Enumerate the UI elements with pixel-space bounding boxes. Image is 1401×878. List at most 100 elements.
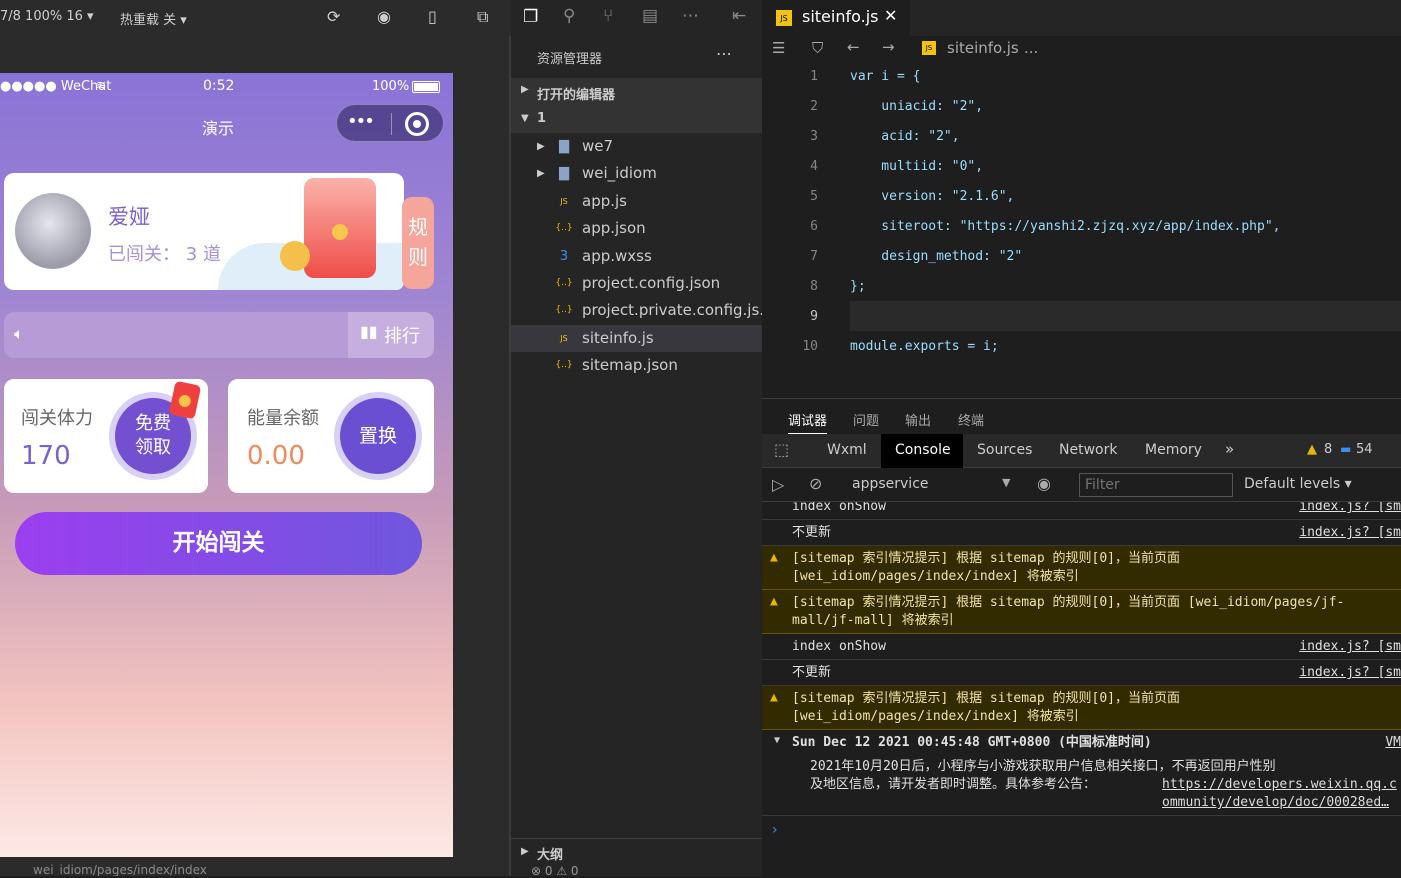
log-message: [sitemap 索引情况提示] 根据 sitemap 的规则[0]，当前页面 … xyxy=(792,551,1181,584)
inspect-icon[interactable]: ⬚ xyxy=(774,440,789,459)
code-line[interactable]: 3 acid: "2", xyxy=(762,122,1401,152)
collapse-sidebar-icon[interactable]: ⇤ xyxy=(732,6,746,26)
file-name: wei_idiom xyxy=(582,164,657,183)
refresh-icon[interactable]: ⟳ xyxy=(327,7,340,26)
debug-icon[interactable]: ▤ xyxy=(642,6,658,26)
breadcrumb-more[interactable]: ... xyxy=(1024,39,1038,57)
file-tree-item[interactable]: {..} project.config.json xyxy=(511,270,762,297)
log-source-link[interactable]: VM xyxy=(1385,734,1401,752)
outline-section[interactable]: ▶ 大纲 xyxy=(511,838,762,864)
console-log[interactable]: 不更新 index.js? [sm xyxy=(762,660,1401,686)
rank-button[interactable]: ▮▮ 排行 xyxy=(348,312,434,358)
sidebar-toggle-icon[interactable]: ▷ xyxy=(772,475,784,494)
console-warning[interactable]: ▲ [sitemap 索引情况提示] 根据 sitemap 的规则[0]，当前页面… xyxy=(762,686,1401,730)
files-icon[interactable]: ❐ xyxy=(523,7,538,27)
file-tree-item[interactable]: {..} app.json xyxy=(511,215,762,242)
tab-wxml[interactable]: Wxml xyxy=(827,442,867,458)
search-icon[interactable]: ⚲ xyxy=(563,6,575,26)
file-tree-item[interactable]: JS app.js xyxy=(511,188,762,215)
console-prompt[interactable]: › xyxy=(772,822,778,838)
root-folder-label: 1 xyxy=(537,111,547,126)
back-icon[interactable]: ← xyxy=(847,38,860,56)
group-header: Sun Dec 12 2021 00:45:48 GMT+0800 (中国标准时… xyxy=(792,735,1152,750)
tab-console[interactable]: Console xyxy=(881,434,963,468)
phone-icon[interactable]: ▯ xyxy=(428,7,437,26)
json-file-icon: {..} xyxy=(555,278,573,288)
breadcrumb-file[interactable]: siteinfo.js xyxy=(947,39,1019,57)
exchange-label: 置换 xyxy=(340,398,416,474)
filter-input[interactable] xyxy=(1079,473,1233,497)
tab-network[interactable]: Network xyxy=(1059,442,1117,458)
console-log[interactable]: 不更新 index.js? [sm xyxy=(762,520,1401,546)
file-tree-item[interactable]: ▶ ▇ we7 xyxy=(511,133,762,160)
console-warning[interactable]: ▲ [sitemap 索引情况提示] 根据 sitemap 的规则[0]，当前页面… xyxy=(762,590,1401,634)
code-line[interactable]: 8}; xyxy=(762,272,1401,302)
file-name: project.private.config.js... xyxy=(582,301,774,320)
code-line[interactable]: 2 uniacid: "2", xyxy=(762,92,1401,122)
clear-console-icon[interactable]: ⊘ xyxy=(809,474,822,493)
more-icon[interactable]: ⋯ xyxy=(682,6,699,26)
file-tree-item[interactable]: {..} sitemap.json xyxy=(511,352,762,379)
bookmark-icon[interactable]: ⛉ xyxy=(812,39,823,57)
file-tree-item[interactable]: JS siteinfo.js xyxy=(511,324,762,352)
more-dots-icon[interactable]: ••• xyxy=(347,111,375,132)
list-icon[interactable]: ☰ xyxy=(772,39,785,57)
code-line[interactable]: 10 module.exports = i; xyxy=(762,332,1401,362)
line-number: 8 xyxy=(810,279,818,294)
battery-icon xyxy=(412,81,440,93)
console-log[interactable]: index onShow index.js? [sm xyxy=(762,634,1401,660)
root-folder[interactable]: ▼ 1 xyxy=(511,106,762,133)
device-select[interactable]: 7/8 100% 16 ▾ xyxy=(0,9,94,24)
log-source-link[interactable]: index.js? [sm xyxy=(1299,638,1401,656)
code-line[interactable]: 4 multiid: "0", xyxy=(762,152,1401,182)
windows-icon[interactable]: ⧉ xyxy=(477,7,488,27)
eye-icon[interactable]: ◉ xyxy=(1037,474,1051,493)
tab-terminal[interactable]: 终端 xyxy=(958,410,984,429)
stop-icon[interactable]: ◉ xyxy=(377,7,391,26)
levels-select[interactable]: Default levels ▾ xyxy=(1244,476,1352,492)
hot-reload-select[interactable]: 热重载 关 ▾ xyxy=(120,9,187,28)
console-warning[interactable]: ▲ [sitemap 索引情况提示] 根据 sitemap 的规则[0]，当前页面… xyxy=(762,546,1401,590)
console-group[interactable]: ▼ Sun Dec 12 2021 00:45:48 GMT+0800 (中国标准… xyxy=(762,730,1401,816)
context-select[interactable]: appservice xyxy=(852,476,929,492)
warning-count[interactable]: 8 xyxy=(1324,442,1332,457)
close-icon[interactable]: ✕ xyxy=(884,6,897,25)
code-line[interactable]: 9 xyxy=(762,302,1401,332)
rules-button[interactable]: 规则 xyxy=(402,197,434,289)
chevron-down-icon[interactable]: ▼ xyxy=(774,735,780,746)
log-source-link[interactable]: index.js? [sm xyxy=(1299,524,1401,542)
open-editors-section[interactable]: ▶ 打开的编辑器 xyxy=(511,78,762,106)
code-line[interactable]: 5 version: "2.1.6", xyxy=(762,182,1401,212)
line-text: var i = { xyxy=(850,69,921,84)
message-count[interactable]: 54 xyxy=(1356,442,1373,457)
tab-siteinfo[interactable]: JS siteinfo.js ✕ xyxy=(762,0,910,36)
file-tree-item[interactable]: ▶ ▇ wei_idiom xyxy=(511,160,762,187)
announcement-link[interactable]: https://developers.weixin.qq.c ommunity/… xyxy=(1162,776,1397,812)
start-challenge-button[interactable]: 开始闯关 xyxy=(15,512,422,575)
avatar xyxy=(15,193,91,269)
tab-debugger[interactable]: 调试器 xyxy=(788,410,828,434)
close-miniprogram-icon[interactable] xyxy=(405,112,429,136)
more-tabs-icon[interactable]: » xyxy=(1225,440,1234,458)
console-output[interactable]: index onShow index.js? [sm 不更新 index.js? [s… xyxy=(762,502,1401,876)
message-icon: ▬ xyxy=(1340,442,1352,456)
tab-memory[interactable]: Memory xyxy=(1145,442,1202,458)
explorer-more-icon[interactable]: ⋯ xyxy=(716,44,732,63)
tab-sources[interactable]: Sources xyxy=(977,442,1032,458)
log-source-link[interactable]: index.js? [sm xyxy=(1299,502,1401,516)
file-tree-item[interactable]: 3 app.wxss xyxy=(511,243,762,270)
tab-output[interactable]: 输出 xyxy=(905,410,931,429)
log-source-link[interactable]: index.js? [sm xyxy=(1299,664,1401,682)
code-line[interactable]: 1 var i = { xyxy=(762,62,1401,92)
code-editor[interactable]: ☰ ⛉ ← → JS siteinfo.js ... 1 var i = {2 u… xyxy=(762,36,1401,398)
file-tree-item[interactable]: {..} project.private.config.js... xyxy=(511,297,773,324)
source-control-icon[interactable]: ⑂ xyxy=(603,6,613,26)
exchange-button[interactable]: 置换 xyxy=(334,392,422,480)
code-line[interactable]: 7 design_method: "2" xyxy=(762,242,1401,272)
warning-icon: ▲ xyxy=(770,594,778,609)
forward-icon[interactable]: → xyxy=(882,38,895,56)
tab-problems[interactable]: 问题 xyxy=(853,410,879,429)
line-number: 9 xyxy=(810,309,818,324)
console-log[interactable]: index onShow index.js? [sm xyxy=(762,502,1401,520)
code-line[interactable]: 6 siteroot: "https://yanshi2.zjzq.xyz/ap… xyxy=(762,212,1401,242)
